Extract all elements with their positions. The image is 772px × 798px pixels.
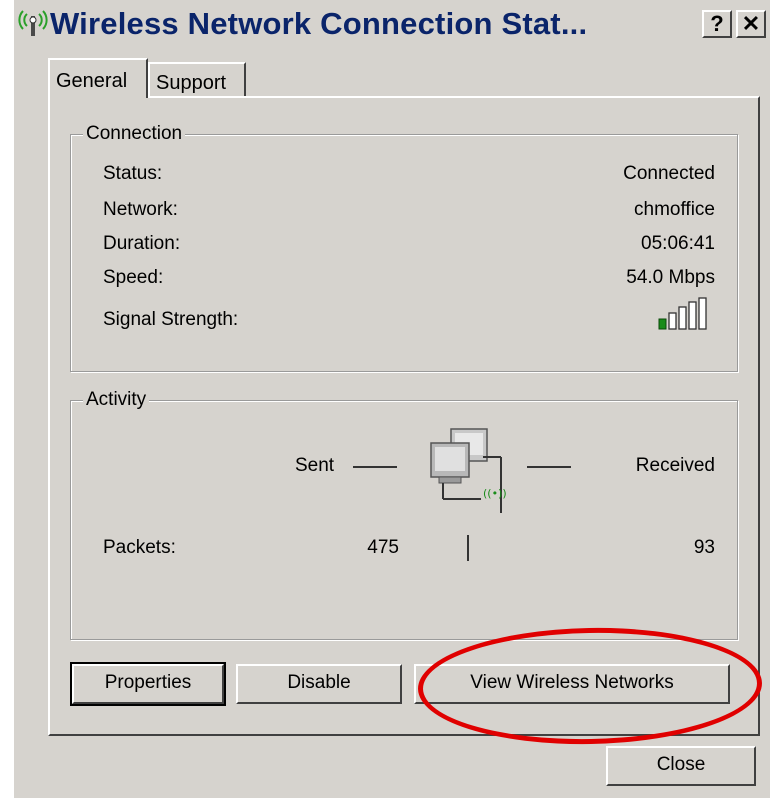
status-label: Status: <box>103 163 163 184</box>
activity-group-label: Activity <box>83 389 150 411</box>
duration-label: Duration: <box>103 233 181 254</box>
duration-value: 05:06:41 <box>641 233 715 254</box>
svg-text:((•)): ((•)) <box>483 487 507 500</box>
packets-divider <box>467 535 469 561</box>
packets-label: Packets: <box>103 537 176 558</box>
network-label: Network: <box>103 199 178 220</box>
signal-strength-icon <box>658 297 707 330</box>
status-dialog: Wireless Network Connection Stat... ? ✕ … <box>14 0 770 798</box>
network-value: chmoffice <box>634 199 715 220</box>
status-value: Connected <box>623 163 715 184</box>
properties-button[interactable]: Properties <box>70 662 226 706</box>
signal-strength-label: Signal Strength: <box>103 309 239 330</box>
title-bar[interactable]: Wireless Network Connection Stat... ? ✕ <box>14 0 770 46</box>
help-button[interactable]: ? <box>702 10 732 38</box>
network-computers-icon: ((•)) <box>430 428 507 513</box>
speed-value: 54.0 Mbps <box>626 267 715 288</box>
sent-label: Sent <box>295 455 335 476</box>
close-button[interactable]: Close <box>606 746 756 786</box>
received-label: Received <box>635 455 715 476</box>
connection-group-label: Connection <box>83 123 186 145</box>
speed-label: Speed: <box>103 267 164 288</box>
window-close-button[interactable]: ✕ <box>736 10 766 38</box>
sent-line <box>353 466 397 468</box>
connection-group: Connection Status: Connected Network: ch… <box>70 123 738 372</box>
disable-button[interactable]: Disable <box>236 664 402 704</box>
packets-sent-value: 475 <box>367 537 399 558</box>
packets-received-value: 93 <box>693 537 715 558</box>
received-line <box>527 466 571 468</box>
tab-general[interactable]: General <box>48 58 148 98</box>
background-edge <box>0 0 14 798</box>
tab-support[interactable]: Support <box>148 62 246 98</box>
window-title: Wireless Network Connection Stat... <box>50 6 588 41</box>
activity-group: Activity Sent ((•)) Received Packets: 47… <box>70 389 738 640</box>
wireless-signal-icon <box>18 10 48 36</box>
